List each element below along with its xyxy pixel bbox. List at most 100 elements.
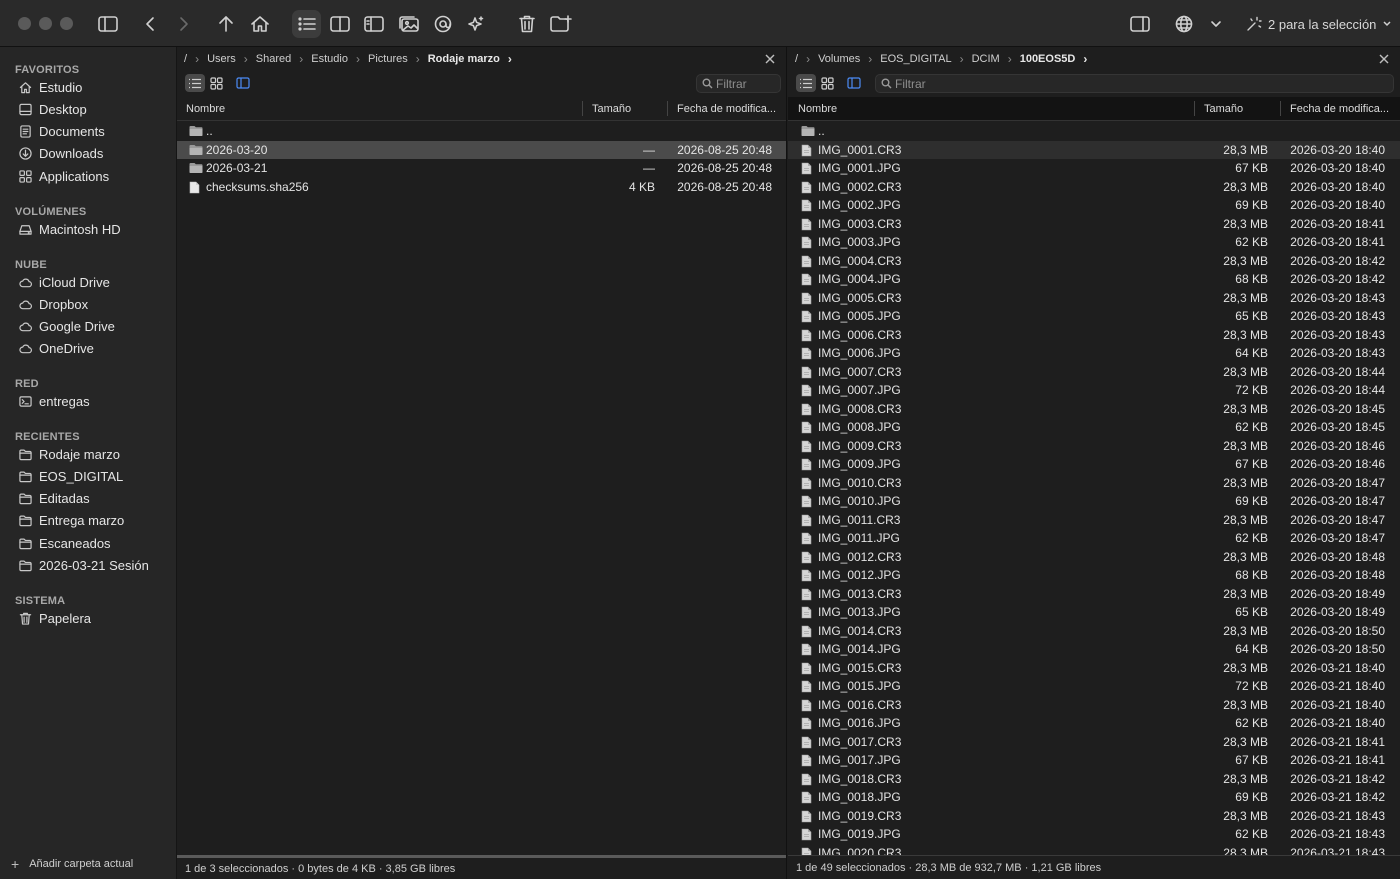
file-row[interactable]: IMG_0006.CR3 28,3 MB 2026-03-20 18:43	[788, 326, 1400, 345]
sidebar-item-papelera[interactable]: Papelera	[19, 608, 174, 628]
file-row[interactable]: IMG_0014.CR3 28,3 MB 2026-03-20 18:50	[788, 622, 1400, 641]
breadcrumb-item[interactable]: 100EOS5D ›	[1020, 52, 1096, 66]
file-row[interactable]: IMG_0019.CR3 28,3 MB 2026-03-21 18:43	[788, 807, 1400, 826]
breadcrumb-item[interactable]: Shared ›	[256, 52, 311, 66]
file-row[interactable]: IMG_0015.JPG 72 KB 2026-03-21 18:40	[788, 677, 1400, 696]
sidebar-item-2026-03-21-sesi-n[interactable]: 2026-03-21 Sesión	[19, 556, 174, 576]
home-button[interactable]	[248, 10, 272, 38]
file-row[interactable]: IMG_0016.JPG 62 KB 2026-03-21 18:40	[788, 714, 1400, 733]
filter-field[interactable]	[875, 74, 1394, 93]
minimize-window-button[interactable]	[39, 17, 52, 30]
selection-actions-button[interactable]: 2 para la selección	[1246, 10, 1392, 38]
sidebar-item-entregas[interactable]: entregas	[19, 391, 174, 411]
toggle-sidebar-button[interactable]	[96, 10, 120, 38]
file-row[interactable]: IMG_0012.CR3 28,3 MB 2026-03-20 18:48	[788, 548, 1400, 567]
breadcrumb-item[interactable]: Volumes ›	[818, 52, 880, 66]
back-button[interactable]	[140, 10, 160, 38]
sidebar-item-applications[interactable]: Applications	[19, 166, 174, 186]
column-size[interactable]: Tamaño	[592, 103, 631, 115]
close-window-button[interactable]	[18, 17, 31, 30]
file-row[interactable]: IMG_0010.CR3 28,3 MB 2026-03-20 18:47	[788, 474, 1400, 493]
column-date[interactable]: Fecha de modifica...	[1290, 103, 1389, 115]
sidebar-item-icloud-drive[interactable]: iCloud Drive	[19, 272, 174, 292]
file-row[interactable]: IMG_0014.JPG 64 KB 2026-03-20 18:50	[788, 640, 1400, 659]
go-up-button[interactable]	[215, 10, 237, 38]
file-row[interactable]: IMG_0009.JPG 67 KB 2026-03-20 18:46	[788, 455, 1400, 474]
file-row[interactable]: IMG_0011.CR3 28,3 MB 2026-03-20 18:47	[788, 511, 1400, 530]
file-row[interactable]: IMG_0011.JPG 62 KB 2026-03-20 18:47	[788, 529, 1400, 548]
grid-mode-button[interactable]	[206, 74, 226, 92]
file-row[interactable]: IMG_0005.JPG 65 KB 2026-03-20 18:43	[788, 307, 1400, 326]
file-row[interactable]: IMG_0004.JPG 68 KB 2026-03-20 18:42	[788, 270, 1400, 289]
file-row[interactable]: IMG_0015.CR3 28,3 MB 2026-03-21 18:40	[788, 659, 1400, 678]
preview-pane-button[interactable]	[363, 10, 385, 38]
list-mode-button[interactable]	[796, 74, 816, 92]
file-row[interactable]: checksums.sha256 4 KB 2026-08-25 20:48	[177, 178, 786, 197]
breadcrumb-item[interactable]: Estudio ›	[311, 52, 368, 66]
file-row[interactable]: IMG_0003.CR3 28,3 MB 2026-03-20 18:41	[788, 215, 1400, 234]
sidebar-item-documents[interactable]: Documents	[19, 122, 174, 142]
forward-button[interactable]	[174, 10, 194, 38]
column-size[interactable]: Tamaño	[1204, 103, 1243, 115]
breadcrumb-item[interactable]: / ›	[184, 52, 207, 66]
file-row[interactable]: IMG_0019.JPG 62 KB 2026-03-21 18:43	[788, 825, 1400, 844]
list-mode-button[interactable]	[185, 74, 205, 92]
file-row[interactable]: IMG_0017.JPG 67 KB 2026-03-21 18:41	[788, 751, 1400, 770]
inspector-toggle-button[interactable]	[1129, 10, 1151, 38]
sidebar-item-rodaje-marzo[interactable]: Rodaje marzo	[19, 444, 174, 464]
sidebar-item-entrega-marzo[interactable]: Entrega marzo	[19, 511, 174, 531]
file-row[interactable]: IMG_0002.CR3 28,3 MB 2026-03-20 18:40	[788, 178, 1400, 197]
close-pane-button[interactable]	[1377, 52, 1391, 66]
filter-input[interactable]	[895, 76, 1393, 91]
column-name[interactable]: Nombre	[186, 103, 225, 115]
column-date[interactable]: Fecha de modifica...	[677, 103, 776, 115]
network-menu-button[interactable]	[1208, 10, 1224, 38]
breadcrumb-item[interactable]: / ›	[795, 52, 818, 66]
magic-actions-button[interactable]	[465, 10, 487, 38]
close-pane-button[interactable]	[763, 52, 777, 66]
file-row[interactable]: IMG_0002.JPG 69 KB 2026-03-20 18:40	[788, 196, 1400, 215]
network-button[interactable]	[1173, 10, 1195, 38]
sidebar-item-eos-digital[interactable]: EOS_DIGITAL	[19, 466, 174, 486]
breadcrumb-item[interactable]: Pictures ›	[368, 52, 428, 66]
file-row[interactable]: IMG_0020.CR3 28,3 MB 2026-03-21 18:43	[788, 844, 1400, 855]
file-row[interactable]: IMG_0018.JPG 69 KB 2026-03-21 18:42	[788, 788, 1400, 807]
sidebar-item-estudio[interactable]: Estudio	[19, 77, 174, 97]
folder-row[interactable]: ..	[177, 122, 786, 141]
sidebar-item-downloads[interactable]: Downloads	[19, 144, 174, 164]
file-row[interactable]: IMG_0009.CR3 28,3 MB 2026-03-20 18:46	[788, 437, 1400, 456]
pane-sidebar-toggle-button[interactable]	[233, 74, 253, 92]
file-row[interactable]: IMG_0013.CR3 28,3 MB 2026-03-20 18:49	[788, 585, 1400, 604]
file-row[interactable]: IMG_0012.JPG 68 KB 2026-03-20 18:48	[788, 566, 1400, 585]
file-row[interactable]: IMG_0004.CR3 28,3 MB 2026-03-20 18:42	[788, 252, 1400, 271]
file-row[interactable]: IMG_0008.JPG 62 KB 2026-03-20 18:45	[788, 418, 1400, 437]
sidebar-item-editadas[interactable]: Editadas	[19, 489, 174, 509]
delete-button[interactable]	[516, 10, 538, 38]
breadcrumb-item[interactable]: EOS_DIGITAL ›	[880, 52, 971, 66]
file-row[interactable]: IMG_0018.CR3 28,3 MB 2026-03-21 18:42	[788, 770, 1400, 789]
add-current-folder-button[interactable]: + Añadir carpeta actual	[11, 856, 133, 872]
file-row[interactable]: IMG_0001.CR3 28,3 MB 2026-03-20 18:40	[788, 140, 1400, 159]
file-row[interactable]: IMG_0016.CR3 28,3 MB 2026-03-21 18:40	[788, 696, 1400, 715]
gallery-button[interactable]	[397, 10, 421, 38]
file-row[interactable]: IMG_0005.CR3 28,3 MB 2026-03-20 18:43	[788, 289, 1400, 308]
column-name[interactable]: Nombre	[798, 103, 837, 115]
file-row[interactable]: IMG_0003.JPG 62 KB 2026-03-20 18:41	[788, 233, 1400, 252]
new-folder-button[interactable]	[549, 10, 573, 38]
file-row[interactable]: IMG_0017.CR3 28,3 MB 2026-03-21 18:41	[788, 733, 1400, 752]
folder-row[interactable]: 2026-03-20 — 2026-08-25 20:48	[177, 140, 786, 159]
sidebar-item-dropbox[interactable]: Dropbox	[19, 294, 174, 314]
file-row[interactable]: IMG_0007.CR3 28,3 MB 2026-03-20 18:44	[788, 363, 1400, 382]
sidebar-item-macintosh-hd[interactable]: Macintosh HD	[19, 219, 174, 239]
pane-sidebar-toggle-button[interactable]	[844, 74, 864, 92]
breadcrumb-item[interactable]: Rodaje marzo ›	[428, 52, 520, 66]
folder-row[interactable]: 2026-03-21 — 2026-08-25 20:48	[177, 159, 786, 178]
zoom-window-button[interactable]	[60, 17, 73, 30]
file-row[interactable]: IMG_0006.JPG 64 KB 2026-03-20 18:43	[788, 344, 1400, 363]
list-view-button[interactable]	[292, 10, 321, 38]
breadcrumb-item[interactable]: Users ›	[207, 52, 256, 66]
sidebar-item-escaneados[interactable]: Escaneados	[19, 533, 174, 553]
dual-pane-button[interactable]	[329, 10, 351, 38]
filter-input[interactable]	[716, 76, 780, 91]
grid-mode-button[interactable]	[817, 74, 837, 92]
